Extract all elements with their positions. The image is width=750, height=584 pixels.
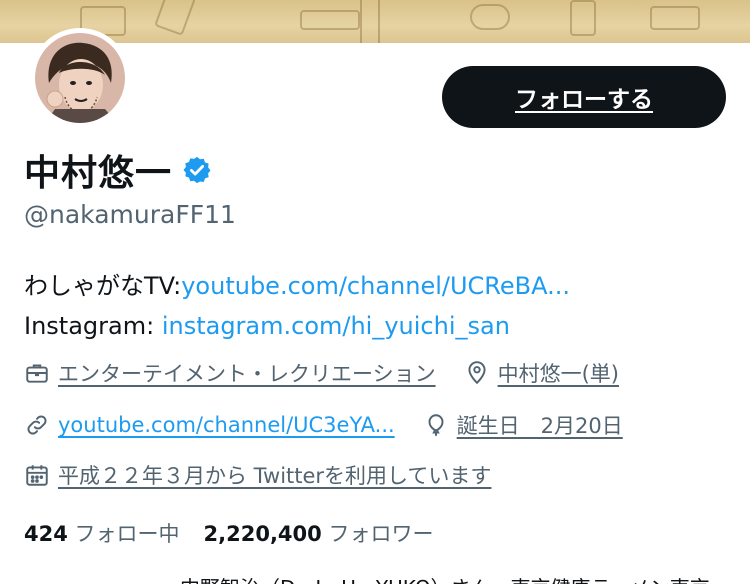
bio-line-2: Instagram: instagram.com/hi_yuichi_san xyxy=(24,306,570,346)
profile-category[interactable]: エンターテイメント・レクリエーション xyxy=(24,358,436,388)
calendar-icon xyxy=(26,465,48,486)
meta-row-3: 平成２２年３月から Twitterを利用しています xyxy=(24,460,519,490)
following-stat[interactable]: 424 フォロー中 xyxy=(24,518,180,548)
meta-row-2: youtube.com/channel/UC3eYA... 誕生日 2月20日 xyxy=(24,410,651,440)
briefcase-icon xyxy=(26,364,48,383)
profile-birthday: 誕生日 2月20日 xyxy=(423,410,623,440)
location-pin-icon xyxy=(468,361,486,385)
joined-label: 平成２２年３月から Twitterを利用しています xyxy=(58,464,492,488)
following-count: 424 xyxy=(24,522,68,546)
follow-button[interactable]: フォローする xyxy=(442,66,726,128)
avatar-image xyxy=(35,33,125,123)
following-label: フォロー中 xyxy=(74,522,180,546)
profile-location[interactable]: 中村悠一(単) xyxy=(464,358,619,388)
followers-count: 2,220,400 xyxy=(203,522,322,546)
profile-joined: 平成２２年３月から Twitterを利用しています xyxy=(24,460,491,490)
birthday-label: 誕生日 2月20日 xyxy=(456,414,623,438)
followers-label: フォロワー xyxy=(328,522,434,546)
meta-row-1: エンターテイメント・レクリエーション 中村悠一(単) xyxy=(24,358,647,388)
bio-instagram-link[interactable]: instagram.com/hi_yuichi_san xyxy=(162,312,510,340)
display-name: 中村悠一 xyxy=(24,153,173,194)
website-link[interactable]: youtube.com/channel/UC3eYA... xyxy=(58,413,395,437)
bio-label-1: わしゃがなTV: xyxy=(24,272,182,300)
bio-label-2: Instagram: xyxy=(24,312,162,340)
verified-badge-icon[interactable] xyxy=(182,155,212,185)
bio-youtube-link[interactable]: youtube.com/channel/UCReBA... xyxy=(181,272,570,300)
name-row: 中村悠一 xyxy=(24,144,212,196)
bio-line-1: わしゃがなTV:youtube.com/channel/UCReBA... xyxy=(24,266,570,306)
category-label: エンターテイメント・レクリエーション xyxy=(58,362,436,386)
bio: わしゃがなTV:youtube.com/channel/UCReBA... In… xyxy=(24,266,570,346)
balloon-icon xyxy=(428,414,444,436)
profile-website[interactable]: youtube.com/channel/UC3eYA... xyxy=(24,412,395,438)
follow-stats: 424 フォロー中 2,220,400 フォロワー xyxy=(24,518,433,548)
link-icon xyxy=(27,415,47,435)
location-label: 中村悠一(単) xyxy=(497,362,619,386)
followed-by-text[interactable]: 中野智治（D．J．U．YUKO）さん 東京健康ラーメン東京 xyxy=(180,572,710,584)
followers-stat[interactable]: 2,220,400 フォロワー xyxy=(204,518,434,548)
user-handle: @nakamuraFF11 xyxy=(24,200,236,229)
avatar[interactable] xyxy=(30,28,130,128)
profile-banner[interactable] xyxy=(0,0,750,43)
